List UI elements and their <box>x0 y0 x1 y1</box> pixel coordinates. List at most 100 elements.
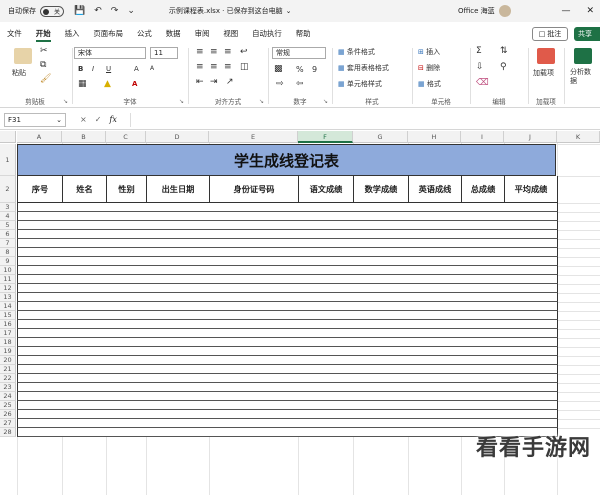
tab-automate[interactable]: 自动执行 <box>245 24 289 44</box>
table-cell[interactable] <box>209 248 299 257</box>
table-cell[interactable] <box>209 221 299 230</box>
table-cell[interactable] <box>62 266 107 275</box>
table-cell[interactable] <box>504 230 558 239</box>
table-cell[interactable] <box>461 302 505 311</box>
row-header[interactable]: 4 <box>0 212 16 221</box>
table-cell[interactable] <box>17 257 63 266</box>
insert-function-button[interactable]: fx <box>109 115 116 124</box>
table-cell[interactable] <box>504 212 558 221</box>
row-header[interactable]: 27 <box>0 419 16 428</box>
tab-help[interactable]: 帮助 <box>289 24 318 44</box>
table-cell[interactable] <box>146 329 210 338</box>
delete-cells-button[interactable]: ⊟ 删除 <box>418 63 440 73</box>
table-cell[interactable] <box>106 374 147 383</box>
table-cell[interactable] <box>209 230 299 239</box>
tab-review[interactable]: 审阅 <box>188 24 217 44</box>
table-cell[interactable] <box>146 401 210 410</box>
table-cell[interactable] <box>146 383 210 392</box>
table-cell[interactable] <box>106 428 147 437</box>
table-cell[interactable] <box>461 257 505 266</box>
table-cell[interactable] <box>62 257 107 266</box>
table-cell[interactable] <box>298 248 354 257</box>
table-cell[interactable] <box>146 239 210 248</box>
table-cell[interactable] <box>504 239 558 248</box>
table-cell[interactable] <box>298 212 354 221</box>
table-cell[interactable] <box>353 257 409 266</box>
table-cell[interactable] <box>146 293 210 302</box>
table-cell[interactable] <box>461 392 505 401</box>
table-cell[interactable] <box>298 284 354 293</box>
table-cell[interactable] <box>298 383 354 392</box>
table-cell[interactable] <box>408 230 462 239</box>
select-all-corner[interactable] <box>0 131 16 143</box>
table-cell[interactable] <box>298 392 354 401</box>
row-header[interactable]: 24 <box>0 392 16 401</box>
table-cell[interactable] <box>298 302 354 311</box>
table-cell[interactable] <box>62 302 107 311</box>
table-cell[interactable] <box>106 221 147 230</box>
paste-icon[interactable] <box>14 48 32 64</box>
tab-view[interactable]: 视图 <box>216 24 245 44</box>
table-cell[interactable] <box>408 284 462 293</box>
table-cell[interactable] <box>106 212 147 221</box>
autosum-button[interactable]: Σ <box>476 46 482 56</box>
clear-icon[interactable]: ⌫ <box>476 78 489 88</box>
table-cell[interactable] <box>353 203 409 212</box>
addins-icon[interactable] <box>537 48 555 64</box>
column-header[interactable]: J <box>504 131 557 143</box>
table-cell[interactable] <box>106 275 147 284</box>
table-cell[interactable] <box>209 293 299 302</box>
table-cell[interactable] <box>353 356 409 365</box>
table-cell[interactable] <box>62 383 107 392</box>
autosave-toggle[interactable]: 关 <box>40 5 64 17</box>
table-cell[interactable] <box>298 320 354 329</box>
table-cell[interactable] <box>504 302 558 311</box>
table-cell[interactable] <box>17 365 63 374</box>
row-header[interactable]: 9 <box>0 257 16 266</box>
table-cell[interactable] <box>408 266 462 275</box>
table-cell[interactable] <box>353 212 409 221</box>
font-color-button[interactable]: A <box>132 80 137 88</box>
table-cell[interactable] <box>298 221 354 230</box>
table-cell[interactable] <box>209 428 299 437</box>
table-cell[interactable] <box>17 329 63 338</box>
table-cell[interactable] <box>408 329 462 338</box>
table-cell[interactable] <box>461 320 505 329</box>
table-cell[interactable] <box>353 230 409 239</box>
table-cell[interactable] <box>17 248 63 257</box>
grow-font-button[interactable]: A <box>134 65 139 73</box>
tab-insert[interactable]: 插入 <box>58 24 87 44</box>
table-cell[interactable] <box>146 410 210 419</box>
table-cell[interactable] <box>209 329 299 338</box>
table-cell[interactable] <box>461 239 505 248</box>
table-cell[interactable] <box>408 401 462 410</box>
table-cell[interactable] <box>146 365 210 374</box>
table-cell[interactable] <box>408 221 462 230</box>
table-cell[interactable] <box>353 392 409 401</box>
table-cell[interactable] <box>209 419 299 428</box>
table-cell[interactable] <box>106 248 147 257</box>
align-right-icon[interactable]: ≡ <box>224 62 232 72</box>
table-cell[interactable] <box>146 428 210 437</box>
table-cell[interactable] <box>408 248 462 257</box>
table-cell[interactable] <box>106 329 147 338</box>
format-painter-icon[interactable]: 🖌 <box>40 74 51 84</box>
table-cell[interactable] <box>353 284 409 293</box>
table-cell[interactable] <box>146 311 210 320</box>
increase-indent-icon[interactable]: ⇥ <box>210 77 218 87</box>
table-cell[interactable] <box>298 239 354 248</box>
table-cell[interactable] <box>62 221 107 230</box>
table-cell[interactable] <box>17 230 63 239</box>
table-cell[interactable] <box>408 392 462 401</box>
table-cell[interactable] <box>298 428 354 437</box>
table-cell[interactable] <box>209 203 299 212</box>
table-cell[interactable] <box>106 338 147 347</box>
table-cell[interactable] <box>353 374 409 383</box>
table-cell[interactable] <box>408 428 462 437</box>
currency-icon[interactable]: ▩ <box>274 64 283 74</box>
column-header[interactable]: K <box>557 131 600 143</box>
table-cell[interactable] <box>106 230 147 239</box>
table-cell[interactable] <box>408 410 462 419</box>
table-cell[interactable] <box>106 410 147 419</box>
table-cell[interactable] <box>62 374 107 383</box>
